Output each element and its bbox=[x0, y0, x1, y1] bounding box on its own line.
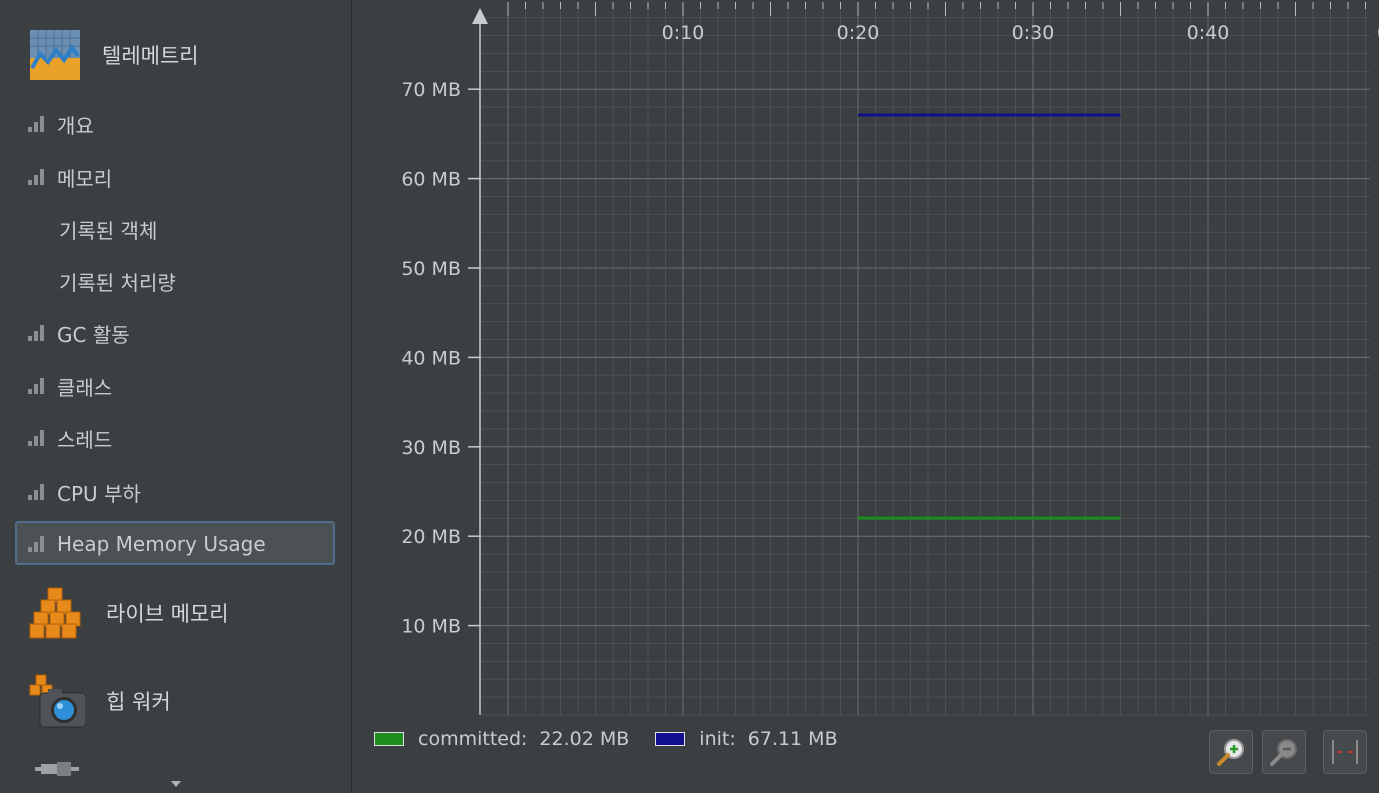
bar-chart-icon bbox=[28, 116, 47, 132]
sidebar-item-overview[interactable]: 개요 bbox=[28, 111, 94, 138]
y-tick-label: 70 MB bbox=[401, 79, 461, 101]
legend-name-committed: committed: bbox=[418, 728, 528, 750]
bar-chart-icon bbox=[28, 169, 47, 185]
x-tick-label: 0:20 bbox=[837, 22, 880, 44]
sidebar-item-label: 기록된 객체 bbox=[59, 218, 158, 243]
chart-legend: committed: 22.02 MB init: 67.11 MB bbox=[374, 728, 864, 750]
legend-value-committed: 22.02 MB bbox=[539, 728, 630, 750]
sidebar-item-label: 메모리 bbox=[57, 166, 113, 191]
y-tick-label: 40 MB bbox=[401, 347, 461, 369]
sidebar-item-threads[interactable]: 스레드 bbox=[28, 425, 113, 452]
fit-width-button[interactable] bbox=[1323, 730, 1367, 774]
legend-name-init: init: bbox=[699, 728, 736, 750]
camera-icon bbox=[29, 674, 86, 728]
y-tick-label: 50 MB bbox=[401, 258, 461, 280]
section-live-memory[interactable]: 라이브 메모리 bbox=[28, 586, 229, 640]
sidebar: 텔레메트리 개요 메모리 기록된 객체 기록된 처리량 GC 활동 클래스 스레… bbox=[0, 0, 352, 793]
zoom-in-button[interactable] bbox=[1209, 730, 1253, 774]
x-tick-label: 0:10 bbox=[662, 22, 705, 44]
legend-swatch-init bbox=[655, 732, 686, 746]
sidebar-item-classes[interactable]: 클래스 bbox=[28, 373, 113, 400]
bar-chart-icon bbox=[28, 378, 47, 394]
section-telemetry[interactable]: 텔레메트리 bbox=[28, 28, 199, 82]
zoom-in-icon bbox=[1217, 739, 1244, 766]
section-label-telemetry: 텔레메트리 bbox=[102, 44, 199, 68]
sidebar-item-label: 스레드 bbox=[57, 427, 113, 452]
heap-memory-chart: 0:100:200:300:400 10 MB20 MB30 MB40 MB50… bbox=[401, 2, 1379, 716]
zoom-out-button[interactable] bbox=[1262, 730, 1306, 774]
section-label-live-memory: 라이브 메모리 bbox=[106, 602, 229, 626]
bar-chart-icon bbox=[28, 484, 47, 500]
sidebar-item-heap-memory-usage[interactable]: Heap Memory Usage bbox=[28, 531, 266, 557]
sidebar-item-memory[interactable]: 메모리 bbox=[28, 164, 113, 191]
zoom-out-icon bbox=[1270, 739, 1297, 766]
sidebar-item-label: 개요 bbox=[57, 113, 94, 138]
fit-width-icon bbox=[1332, 740, 1358, 764]
y-tick-label: 20 MB bbox=[401, 526, 461, 548]
sidebar-item-recorded-objects[interactable]: 기록된 객체 bbox=[28, 216, 158, 243]
section-heap-walker[interactable]: 힙 워커 bbox=[28, 673, 171, 729]
sidebar-item-label: CPU 부하 bbox=[57, 481, 141, 506]
sidebar-item-label: GC 활동 bbox=[57, 322, 130, 347]
sidebar-item-cpu-load[interactable]: CPU 부하 bbox=[28, 479, 141, 506]
connector-icon bbox=[35, 762, 79, 776]
legend-value-init: 67.11 MB bbox=[747, 728, 838, 750]
legend-entry-committed: committed: 22.02 MB bbox=[374, 728, 629, 750]
y-axis-arrow-icon bbox=[472, 8, 488, 24]
y-tick-label: 30 MB bbox=[401, 437, 461, 459]
sidebar-item-label: 클래스 bbox=[57, 375, 113, 400]
section-label-heap-walker: 힙 워커 bbox=[106, 690, 171, 714]
legend-swatch-committed bbox=[374, 732, 404, 746]
cubes-icon bbox=[29, 587, 81, 639]
x-tick-label: 0:40 bbox=[1187, 22, 1230, 44]
x-tick-label: 0:30 bbox=[1012, 22, 1055, 44]
y-tick-label: 60 MB bbox=[401, 169, 461, 191]
bar-chart-icon bbox=[28, 430, 47, 446]
y-tick-label: 10 MB bbox=[401, 616, 461, 638]
telemetry-icon bbox=[30, 30, 80, 80]
bar-chart-icon bbox=[28, 325, 47, 341]
sidebar-item-label: 기록된 처리량 bbox=[59, 270, 176, 295]
bar-chart-icon bbox=[28, 536, 47, 552]
sidebar-item-recorded-throughput[interactable]: 기록된 처리량 bbox=[28, 268, 176, 295]
sidebar-item-gc-activity[interactable]: GC 활동 bbox=[28, 320, 130, 347]
sidebar-item-label: Heap Memory Usage bbox=[57, 532, 266, 556]
legend-entry-init: init: 67.11 MB bbox=[655, 728, 838, 750]
scroll-down-arrow-icon[interactable] bbox=[171, 781, 181, 787]
